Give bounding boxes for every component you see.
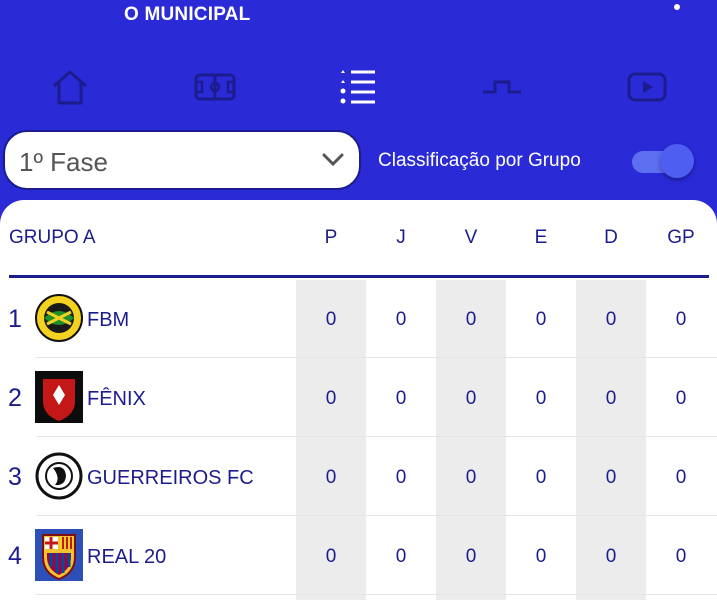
col-header-e: E <box>534 227 548 248</box>
real20-crest-icon <box>35 529 83 581</box>
stat-d: 0 <box>605 388 617 409</box>
stat-e: 0 <box>535 388 547 409</box>
home-icon <box>53 70 87 105</box>
fbm-crest-icon <box>35 294 83 342</box>
nav-standings[interactable] <box>323 62 393 112</box>
rank: 3 <box>8 463 22 491</box>
stat-v: 0 <box>465 388 477 409</box>
stat-v: 0 <box>465 546 477 567</box>
stat-p: 0 <box>325 388 337 409</box>
guerreiros-crest-icon <box>35 452 83 500</box>
rank: 2 <box>8 384 22 412</box>
phase-select[interactable]: 1º Fase <box>3 130 361 190</box>
fenix-crest-icon <box>35 371 83 423</box>
col-header-v: V <box>464 227 478 248</box>
team-name: REAL 20 <box>87 546 167 568</box>
stat-v: 0 <box>465 467 477 488</box>
filters-row: 1º Fase Classificação por Grupo <box>0 128 717 194</box>
stat-gp: 0 <box>675 546 687 567</box>
back-arrow-icon[interactable] <box>30 0 52 8</box>
table-row[interactable]: 1 FBM 0 0 0 0 0 0 <box>0 280 717 358</box>
toggle-thumb <box>660 144 694 178</box>
rank: 1 <box>8 305 22 333</box>
video-icon <box>627 72 667 102</box>
group-title: GRUPO A <box>9 227 96 248</box>
stat-d: 0 <box>605 546 617 567</box>
stat-e: 0 <box>535 467 547 488</box>
stat-d: 0 <box>605 467 617 488</box>
team-name: FÊNIX <box>87 388 146 410</box>
more-options-icon[interactable] <box>670 0 684 16</box>
stat-j: 0 <box>395 388 407 409</box>
nav-knockout[interactable] <box>467 62 537 112</box>
step-icon <box>483 80 521 94</box>
stat-gp: 0 <box>675 309 687 330</box>
top-app-bar: O MUNICIPAL <box>0 0 717 50</box>
field-icon <box>194 73 236 101</box>
stat-v: 0 <box>465 309 477 330</box>
nav-videos[interactable] <box>612 62 682 112</box>
header-divider <box>9 275 709 278</box>
stat-gp: 0 <box>675 467 687 488</box>
stat-p: 0 <box>325 467 337 488</box>
standings-panel: GRUPO A P J V E D GP 1 FBM 0 0 0 0 0 0 2… <box>0 200 717 606</box>
stat-p: 0 <box>325 546 337 567</box>
stat-j: 0 <box>395 546 407 567</box>
stat-j: 0 <box>395 309 407 330</box>
stat-e: 0 <box>535 546 547 567</box>
team-name: FBM <box>87 309 130 331</box>
stat-p: 0 <box>325 309 337 330</box>
team-name: GUERREIROS FC <box>87 467 254 489</box>
table-row[interactable]: 4 REAL 20 0 0 0 0 0 0 <box>0 517 717 595</box>
stat-e: 0 <box>535 309 547 330</box>
stat-j: 0 <box>395 467 407 488</box>
table-row[interactable]: 3 GUERREIROS FC 0 0 0 0 0 0 <box>0 438 717 516</box>
list-icon <box>340 70 375 104</box>
page-title: O MUNICIPAL <box>124 4 251 25</box>
table-row[interactable]: 2 FÊNIX 0 0 0 0 0 0 <box>0 359 717 437</box>
stat-d: 0 <box>605 309 617 330</box>
group-toggle-label: Classificação por Grupo <box>378 150 581 171</box>
col-header-p: P <box>324 227 338 248</box>
nav-home[interactable] <box>35 62 105 112</box>
nav-matches[interactable] <box>180 62 250 112</box>
group-toggle[interactable] <box>632 144 696 178</box>
chevron-down-icon <box>322 153 344 167</box>
col-header-d: D <box>604 227 618 248</box>
col-header-j: J <box>396 227 406 248</box>
stat-gp: 0 <box>675 388 687 409</box>
phase-select-value: 1º Fase <box>19 147 108 177</box>
section-nav <box>0 62 717 112</box>
col-header-gp: GP <box>667 227 695 248</box>
rank: 4 <box>8 542 22 570</box>
